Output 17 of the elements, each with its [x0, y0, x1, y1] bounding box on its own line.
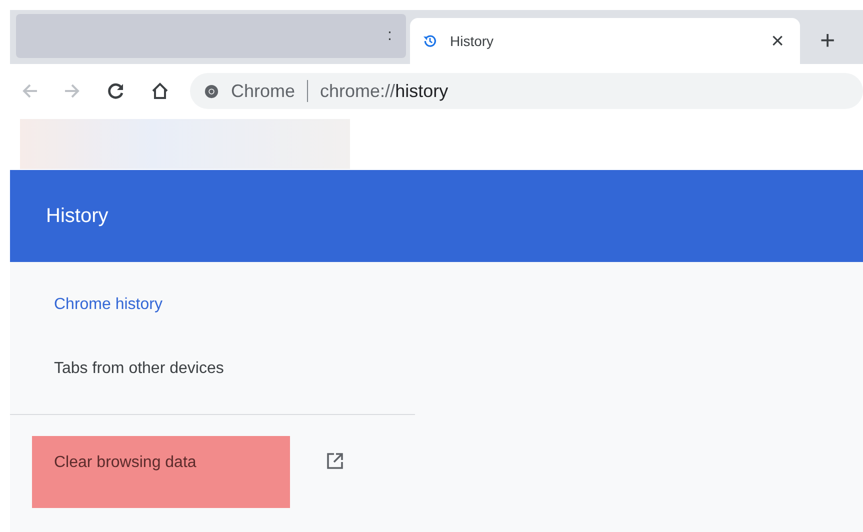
reload-icon[interactable]: [106, 81, 126, 101]
address-bar[interactable]: Chrome chrome://history: [190, 73, 863, 109]
tab-title: History: [450, 33, 495, 49]
external-link-icon: [326, 452, 344, 470]
browser-tab[interactable]: History ×: [410, 18, 800, 64]
sidebar-item[interactable]: Chrome history: [10, 273, 415, 337]
blurred-tab[interactable]: :: [16, 14, 406, 58]
history-icon: [422, 33, 438, 49]
site-label: Chrome: [231, 80, 296, 102]
page-title: History: [46, 204, 108, 228]
tab-title-fragment: :: [388, 27, 392, 45]
chrome-logo-icon: [204, 84, 219, 98]
url-text: chrome://history: [320, 80, 448, 102]
close-tab-button[interactable]: ×: [771, 28, 784, 54]
sidebar-item[interactable]: Tabs from other devices: [10, 337, 415, 401]
home-icon[interactable]: [150, 81, 170, 101]
new-tab-button[interactable]: +: [820, 25, 836, 56]
